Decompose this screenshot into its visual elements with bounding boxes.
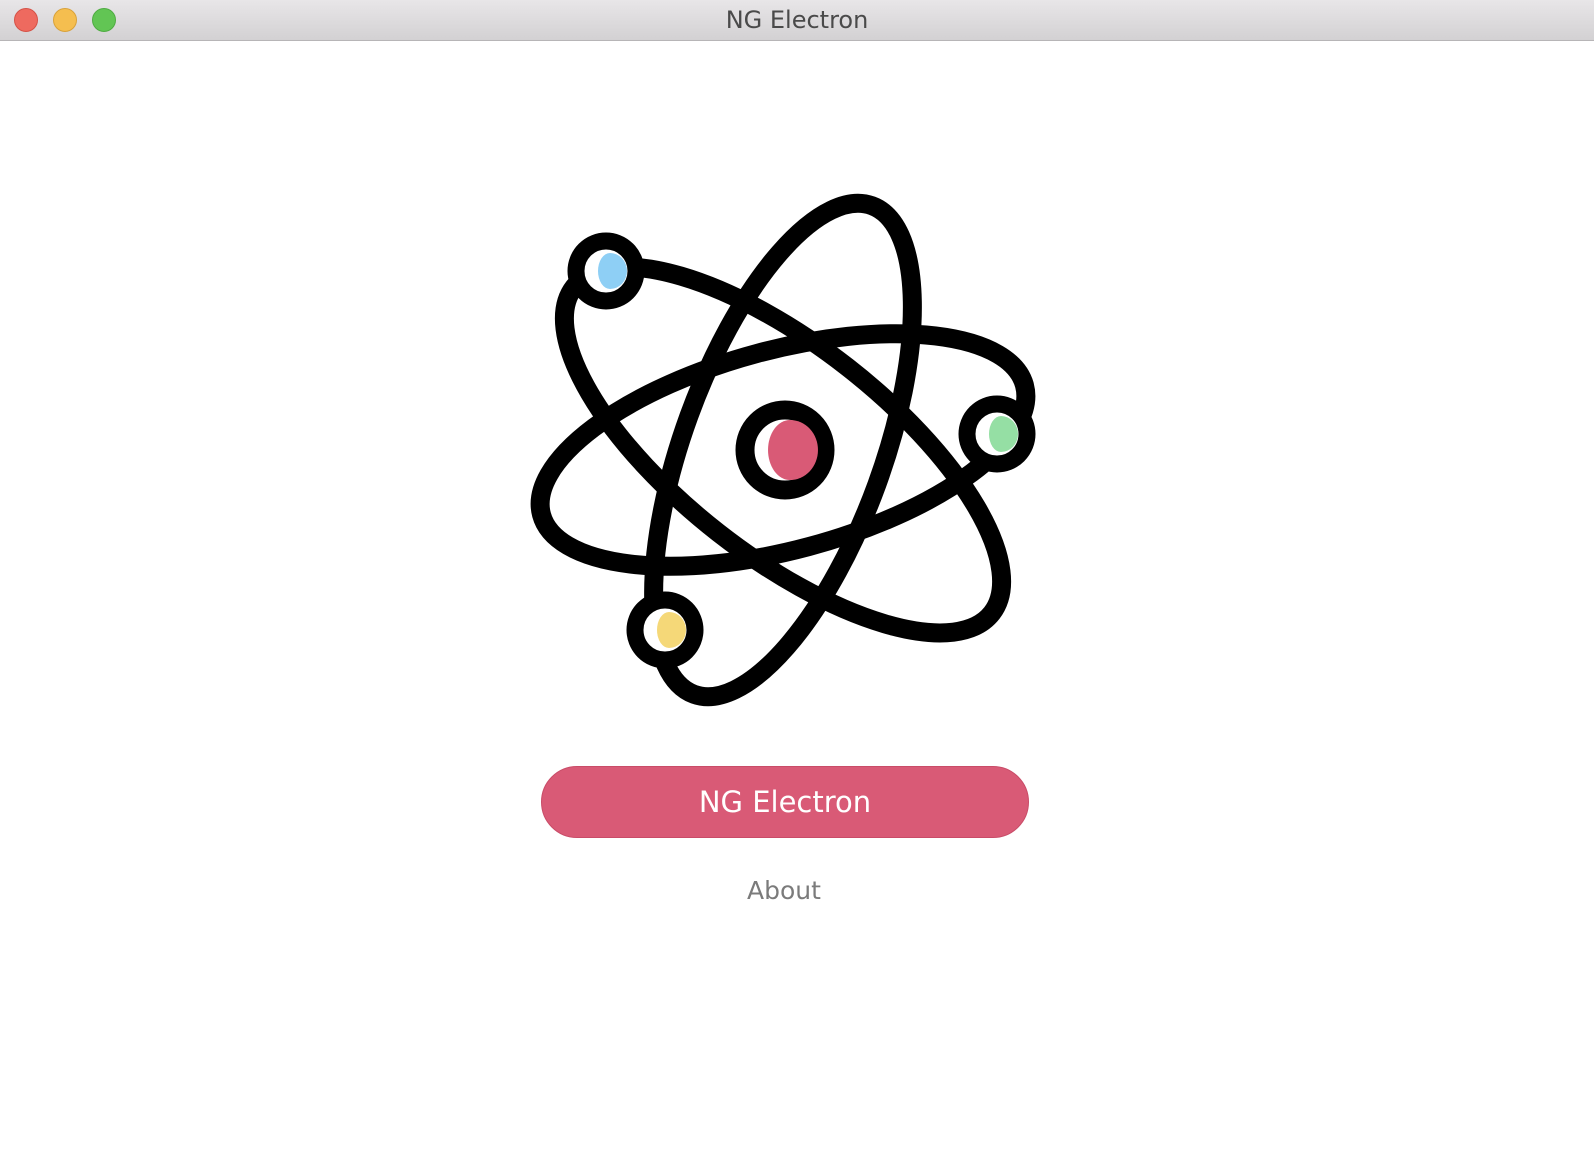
- electron-blue: [567, 232, 645, 310]
- about-link[interactable]: About: [0, 876, 1568, 905]
- ng-electron-button[interactable]: NG Electron: [541, 766, 1029, 838]
- window-title: NG Electron: [725, 6, 869, 34]
- electron-yellow: [626, 591, 704, 669]
- nucleus: [735, 400, 835, 500]
- app-window: NG Electron NG Electron About: [0, 0, 1594, 1156]
- atom-icon: [530, 193, 1036, 707]
- electron-green: [958, 395, 1036, 473]
- title-bar[interactable]: NG Electron: [0, 0, 1594, 41]
- main-content: NG Electron About: [0, 41, 1594, 1156]
